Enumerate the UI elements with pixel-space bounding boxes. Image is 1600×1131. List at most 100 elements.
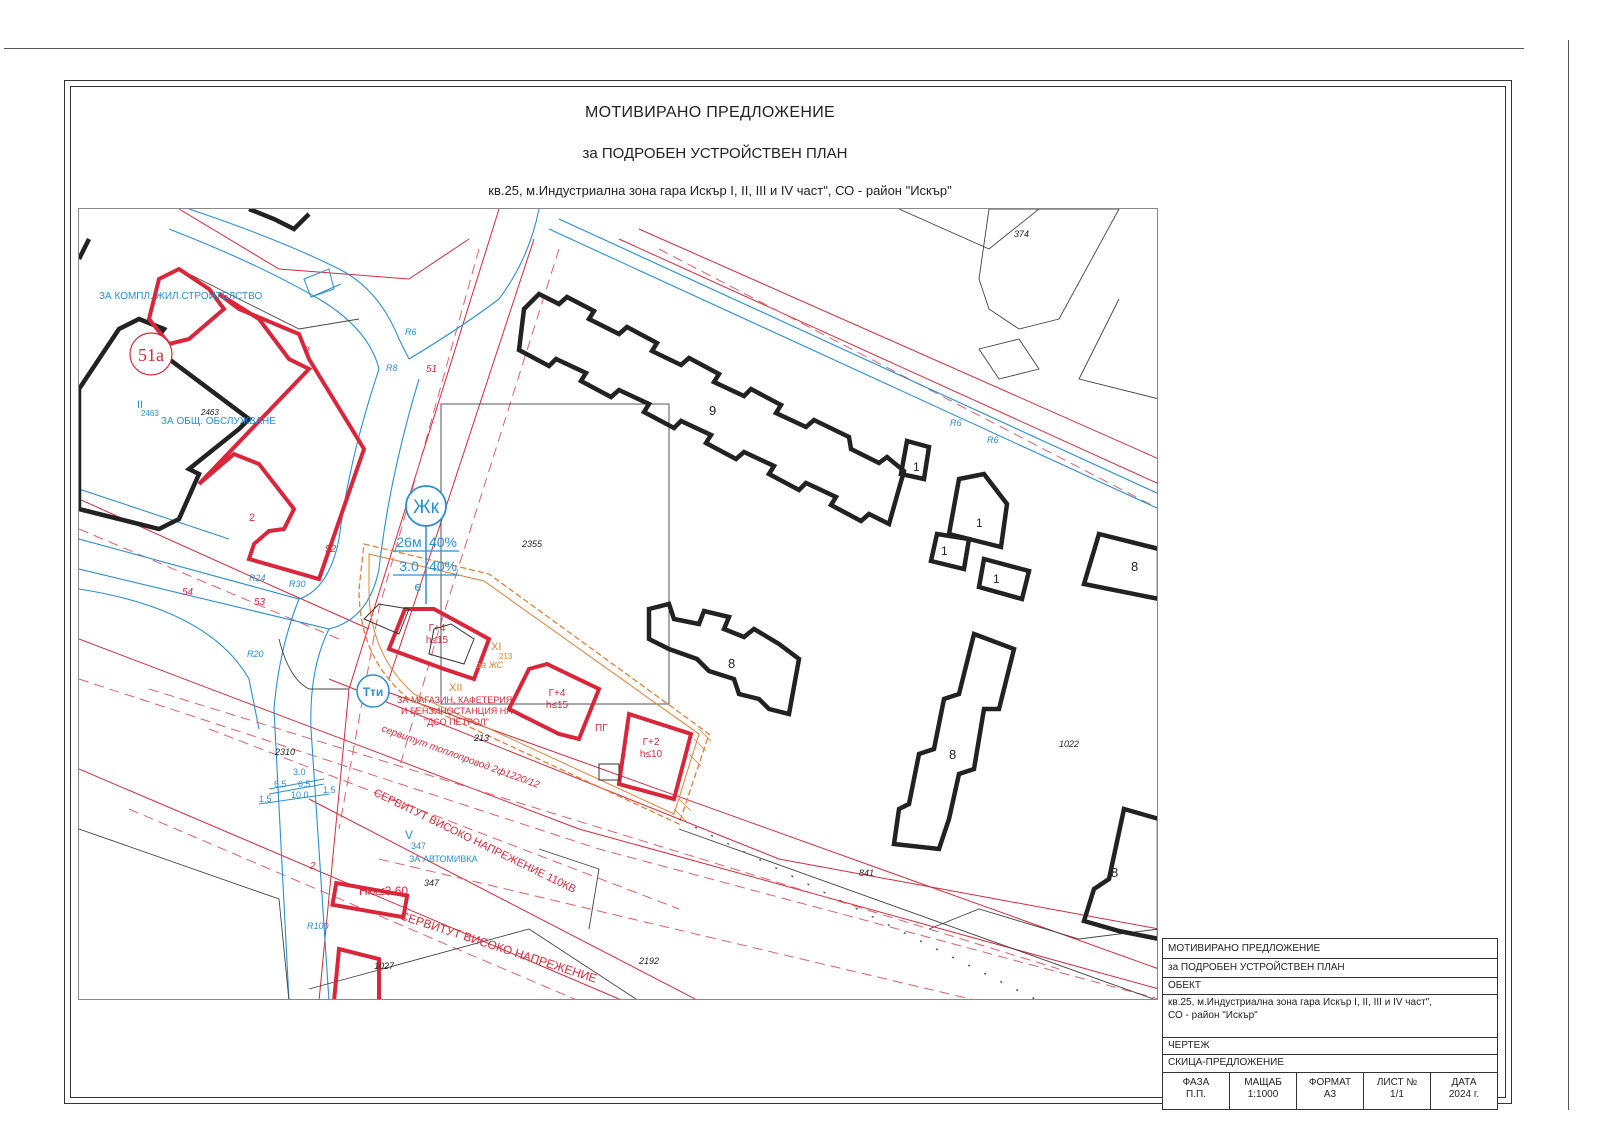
building-block-8d	[1081, 806, 1157, 941]
radius-r6b: R6	[950, 418, 962, 428]
proposed-buildings	[146, 266, 694, 999]
shop-text-3: "ДСО ПЕТРОЛ"	[424, 717, 489, 727]
dim-lines-blue	[258, 268, 342, 805]
building-block-8b	[891, 631, 1017, 852]
storeys-9: 9	[709, 403, 716, 418]
plot-1027: 1027	[374, 961, 395, 971]
proposed-1-floors: Г+4	[429, 623, 446, 634]
upi-roman-5: V	[405, 828, 413, 842]
proposed-2-height: h≤15	[546, 700, 569, 711]
plot-2192: 2192	[638, 956, 659, 966]
shop-text-1: ЗА МАГАЗИН, КАФЕТЕРИЯ	[397, 695, 512, 705]
building-1-13	[928, 531, 972, 572]
stamp-drawing-label: ЧЕРТЕЖ	[1168, 1040, 1210, 1051]
sheet-right-edge	[1568, 40, 1569, 1110]
plan-map[interactable]: Жк 26м 40% 3.0 40% е Тти 51а ЗА КОМПЛ. Ж…	[78, 208, 1158, 1000]
stamp-cell-phase: ФАЗА П.П.	[1163, 1073, 1230, 1109]
proposed-3-floors: Г+2	[643, 737, 660, 748]
radius-r20: R20	[247, 649, 264, 659]
building-nw-edge	[79, 237, 92, 261]
upi-roman-12: XII	[449, 682, 462, 694]
stamp-cell-format: ФОРМАТ А3	[1297, 1073, 1364, 1109]
num-2: 2	[309, 861, 316, 872]
upi-purpose-zhs: за ЖС	[476, 660, 504, 670]
document-subtitle: за ПОДРОБЕН УСТРОЙСТВЕН ПЛАН	[582, 145, 848, 162]
building-block-8a	[646, 601, 802, 717]
num-52: 52	[325, 544, 337, 555]
height-limit: Нкк≤3.60	[359, 884, 408, 898]
servitude-heat: сервитут топлопровод 2ф1220/12	[380, 723, 542, 792]
plot-1022: 1022	[1059, 739, 1079, 749]
upi-existing-small	[363, 603, 620, 781]
radius-r6a: R6	[405, 327, 417, 337]
road-edges	[79, 209, 1157, 999]
stamp-drawing-value: СКИЦА-ПРЕДЛОЖЕНИЕ	[1168, 1057, 1285, 1068]
zone-density2: 40%	[429, 558, 457, 574]
tech-zone-indicator: Тти	[356, 674, 390, 708]
storeys-8d: 8	[1111, 865, 1118, 880]
storeys-8c: 8	[1131, 559, 1138, 574]
quarter-number: 51а	[138, 345, 164, 365]
servitude-hv2: СЕРВИТУТ ВИСОКО НАПРЕЖЕНИЕ	[398, 909, 599, 986]
plan-map-canvas[interactable]: Жк 26м 40% 3.0 40% е Тти 51а ЗА КОМПЛ. Ж…	[79, 209, 1158, 1000]
proposed-1-height: h≤15	[426, 635, 449, 646]
storeys-8b: 8	[949, 747, 956, 762]
sheet-top-edge	[4, 48, 1524, 49]
plot-841: 841	[859, 868, 874, 878]
storeys-2-red-b: 2	[249, 512, 255, 524]
servitude-hv1: СЕРВИТУТ ВИСОКО НАПРЕЖЕНИЕ 110КВ	[372, 787, 578, 896]
proposed-3-height: h≤10	[640, 749, 663, 760]
num-53: 53	[254, 597, 266, 608]
storeys-1-c: 1	[941, 544, 948, 558]
existing-red-bottom	[332, 946, 381, 999]
stamp-title: МОТИВИРАНО ПРЕДЛОЖЕНИЕ	[1168, 943, 1321, 954]
pg-label: ПГ	[595, 723, 608, 734]
zone-code: Жк	[413, 497, 440, 518]
building-1-14	[976, 556, 1032, 602]
document-location: кв.25, м.Индустриална зона гара Искър I,…	[488, 183, 952, 198]
zone-indicator: Жк 26м 40% 3.0 40% е	[393, 485, 459, 604]
red-labels: XII ЗА МАГАЗИН, КАФЕТЕРИЯ И БЕНЗИНОСТАНЦ…	[182, 345, 663, 986]
stamp-cell-scale: МАЩАБ 1:1000	[1230, 1073, 1297, 1109]
quarter-number-indicator: 51а	[129, 332, 173, 376]
stamp-cell-sheet: ЛИСТ № 1/1	[1364, 1073, 1431, 1109]
tech-zone-code: Тти	[363, 685, 384, 699]
fence-dotted	[678, 818, 1037, 999]
proposed-2-floors: Г+4	[549, 688, 566, 699]
document-title: МОТИВИРАНО ПРЕДЛОЖЕНИЕ	[585, 104, 835, 121]
plot-2463: 2463	[200, 408, 219, 417]
plot-374: 374	[1014, 229, 1029, 239]
plot-347: 347	[424, 878, 440, 888]
radius-r6c: R6	[987, 435, 999, 445]
upi-roman-2-ref: 2463	[141, 409, 159, 418]
num-51: 51	[426, 364, 437, 375]
upi-purpose-service: ЗА ОБЩ. ОБСЛУЖВАНЕ	[161, 416, 276, 427]
storeys-1-d: 1	[993, 572, 1000, 586]
stamp-object-line2: СО - район "Искър"	[1168, 1010, 1258, 1021]
storeys-1-a: 1	[913, 460, 920, 474]
building-nw-top	[248, 209, 311, 232]
title-block: МОТИВИРАНО ПРЕДЛОЖЕНИЕ за ПОДРОБЕН УСТРО…	[1162, 938, 1498, 1110]
stamp-meta-cells: ФАЗА П.П. МАЩАБ 1:1000 ФОРМАТ А3 ЛИСТ № 1/1 …	[1163, 1072, 1497, 1109]
plot-2355: 2355	[521, 539, 543, 549]
storeys-2-red-a: 2	[304, 345, 310, 357]
regulation-lines	[79, 209, 1157, 999]
stamp-cell-date: ДАТА 2024 г.	[1448, 1077, 1480, 1100]
zone-density1: 40%	[429, 534, 457, 550]
stamp-object-label: ОБЕКТ	[1168, 980, 1201, 991]
zone-height: 26м	[396, 534, 421, 550]
plot-2310: 2310	[274, 747, 295, 757]
radius-r24: R24	[249, 573, 266, 583]
dim-label-30: 3.0	[293, 767, 306, 777]
upi-purpose-carwash: ЗА АВТОМИВКА	[409, 854, 478, 864]
zone-extra: е	[414, 579, 421, 594]
existing-red-upi-top	[146, 266, 227, 347]
radius-r8: R8	[386, 363, 398, 373]
num-54: 54	[182, 587, 194, 598]
stamp-subtitle: за ПОДРОБЕН УСТРОЙСТВЕН ПЛАН	[1168, 962, 1345, 973]
plot-213: 213	[473, 733, 489, 743]
building-block-8c	[1081, 531, 1157, 601]
radius-r30: R30	[289, 579, 306, 589]
radius-r100: R100	[307, 921, 329, 931]
shop-text-2: И БЕНЗИНОСТАНЦИЯ НА	[401, 706, 512, 716]
